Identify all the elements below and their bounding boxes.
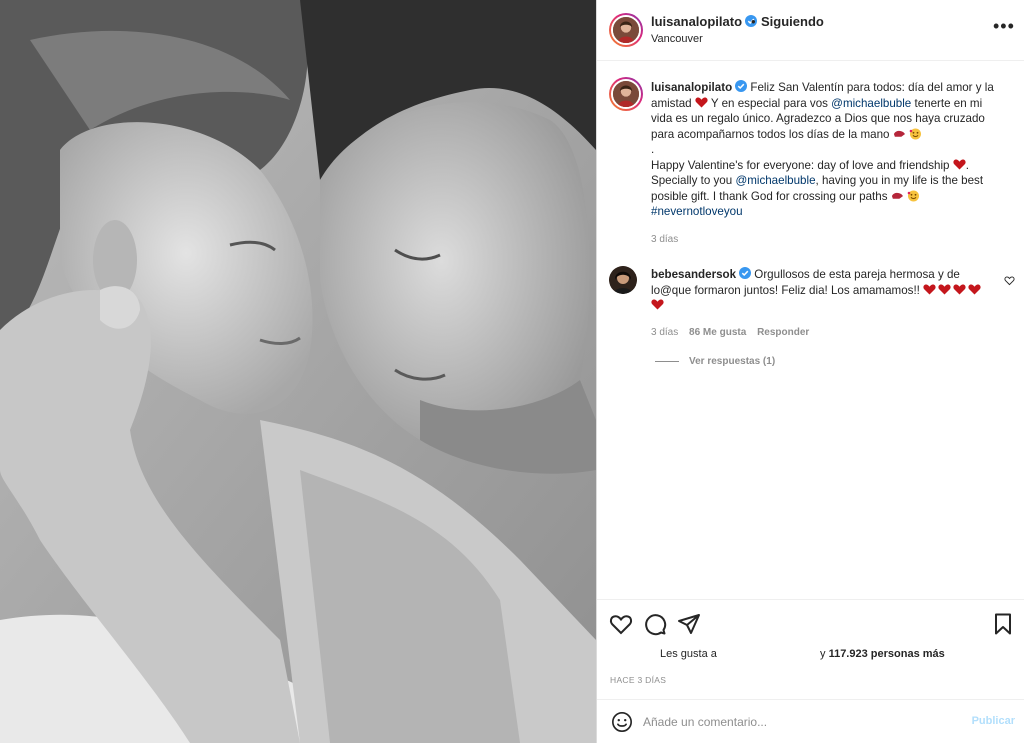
- hashtag-link[interactable]: #nevernotloveyou: [651, 205, 743, 218]
- caption-text: luisanalopilato Feliz San Valentín para …: [651, 80, 1005, 220]
- caption-spanish-part2: Y en especial para vos: [707, 96, 832, 110]
- more-options-icon[interactable]: •••: [993, 17, 1014, 40]
- comment-meta: 3 días 86 Me gusta Responder: [651, 327, 817, 338]
- publish-button[interactable]: Publicar: [972, 715, 1015, 727]
- comment-like-heart-icon[interactable]: [1004, 275, 1015, 286]
- hand-holding-emoji-icon: [893, 130, 905, 137]
- commenter-username-link[interactable]: bebesandersok: [651, 268, 736, 281]
- mention-link-michaelbuble[interactable]: @michaelbuble: [831, 97, 911, 110]
- location-link[interactable]: Vancouver: [651, 33, 703, 45]
- comment-input[interactable]: [643, 712, 953, 732]
- save-bookmark-icon[interactable]: [991, 612, 1015, 636]
- post-date[interactable]: HACE 3 DÍAS: [610, 675, 666, 685]
- hand-holding-emoji-icon: [891, 192, 903, 199]
- author-username-link[interactable]: luisanalopilato: [651, 14, 758, 29]
- red-heart-emoji-icon: [651, 299, 664, 310]
- comments-section[interactable]: luisanalopilato Feliz San Valentín para …: [597, 61, 1024, 599]
- caption-author-avatar[interactable]: [609, 77, 643, 111]
- emoji-picker-icon[interactable]: [611, 711, 633, 733]
- post-photo[interactable]: [0, 0, 596, 743]
- comment-likes-count[interactable]: 86 Me gusta: [689, 327, 746, 338]
- red-heart-emoji-icon: [968, 283, 981, 294]
- caption-username-link[interactable]: luisanalopilato: [651, 81, 732, 94]
- view-replies-label: Ver respuestas (1): [689, 356, 776, 367]
- caption-timestamp[interactable]: 3 días: [651, 234, 678, 245]
- post-header: luisanalopilato • Siguiendo Vancouver ••…: [597, 0, 1024, 61]
- following-button[interactable]: Siguiendo: [761, 14, 824, 29]
- red-heart-emoji-icon: [953, 158, 966, 169]
- author-username: luisanalopilato: [651, 14, 743, 29]
- comment-timestamp[interactable]: 3 días: [651, 327, 678, 338]
- add-comment-bar: Publicar: [597, 699, 1024, 743]
- replies-divider-line: [655, 360, 679, 362]
- couple-photo-illustration: [0, 0, 596, 743]
- smiling-face-with-hearts-emoji-icon: [909, 128, 921, 139]
- verified-badge-icon: [739, 267, 752, 279]
- red-heart-emoji-icon: [953, 283, 966, 294]
- smiling-face-with-hearts-emoji-icon: [907, 190, 919, 201]
- likes-prefix: Les gusta a: [660, 648, 717, 660]
- post-details-panel: luisanalopilato • Siguiendo Vancouver ••…: [596, 0, 1024, 743]
- like-heart-icon[interactable]: [609, 612, 633, 636]
- share-paper-plane-icon[interactable]: [677, 612, 701, 636]
- author-avatar[interactable]: [609, 13, 643, 47]
- caption-separator: .: [651, 143, 655, 156]
- likes-count: 117.923 personas más: [828, 648, 945, 660]
- follow-separator: •: [751, 14, 756, 29]
- red-heart-emoji-icon: [695, 96, 708, 107]
- verified-badge-icon: [735, 80, 748, 92]
- red-heart-emoji-icon: [938, 283, 951, 294]
- mention-link-michaelbuble-2[interactable]: @michaelbuble: [735, 174, 815, 187]
- reply-button[interactable]: Responder: [757, 327, 809, 338]
- red-heart-emoji-icon: [923, 283, 936, 294]
- commenter-avatar[interactable]: [609, 266, 637, 294]
- likes-summary[interactable]: y 117.923 personas más: [820, 648, 945, 660]
- likes-and: y: [820, 648, 826, 660]
- view-replies-button[interactable]: Ver respuestas (1): [655, 356, 775, 367]
- caption-english-part1: Happy Valentine's for everyone: day of l…: [651, 158, 950, 172]
- post-actions: Les gusta a y 117.923 personas más HACE …: [597, 599, 1024, 699]
- comment-text: bebesandersok Orgullosos de esta pareja …: [651, 267, 991, 314]
- comment-bubble-icon[interactable]: [643, 612, 667, 636]
